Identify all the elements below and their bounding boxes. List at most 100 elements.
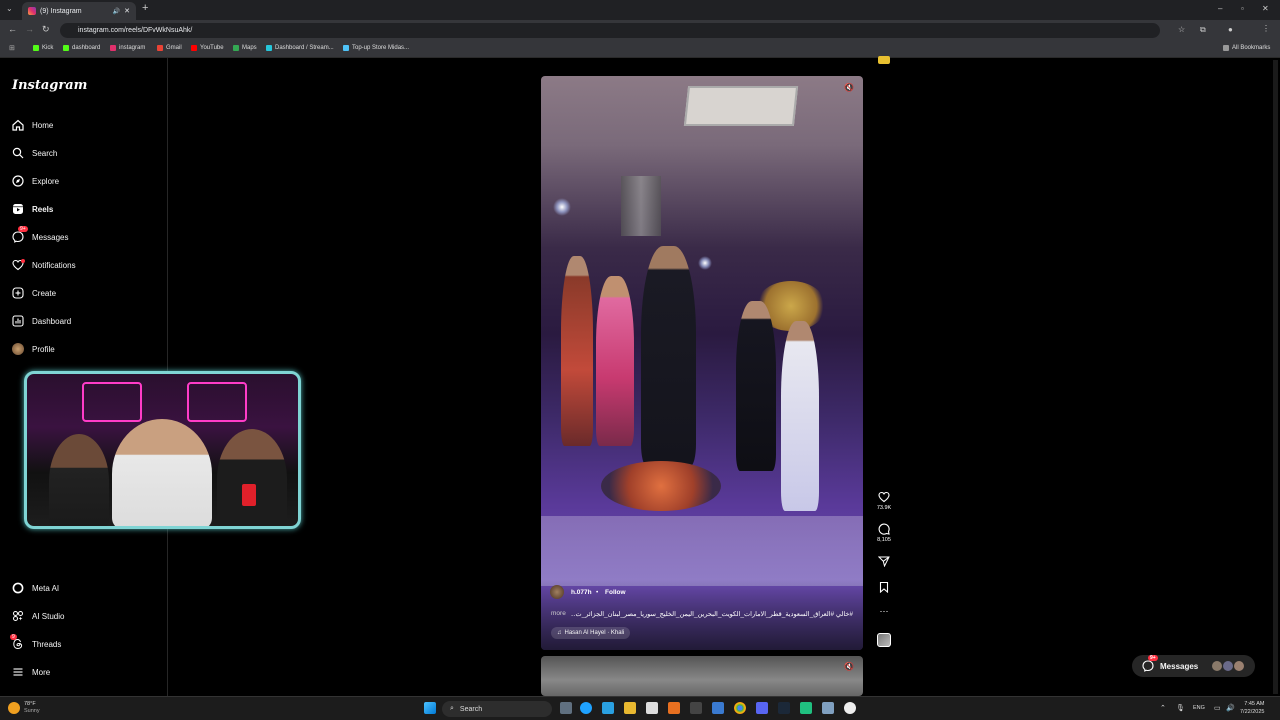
file-explorer-icon[interactable] (624, 702, 636, 714)
compass-icon (12, 175, 24, 187)
network-icon[interactable]: ▭ (1214, 704, 1221, 712)
reels-icon (12, 203, 24, 215)
bookmark-midas[interactable]: Top-up Store Midas... (343, 45, 409, 51)
home-icon (12, 119, 24, 131)
profile-icon[interactable]: ● (1228, 25, 1233, 34)
kick-icon (33, 45, 39, 51)
taskbar-search[interactable]: ⌕ Search (442, 701, 552, 717)
messenger-icon: 9+ (12, 226, 28, 243)
sidebar-item-ai-studio[interactable]: AI Studio (12, 610, 64, 622)
tray-overflow-icon[interactable]: ⌃ (1160, 704, 1166, 712)
sidebar-item-profile[interactable]: Profile (12, 343, 55, 355)
bookmark-stream-dashboard[interactable]: Dashboard / Stream... (266, 45, 334, 51)
sidebar-item-home[interactable]: Home (12, 119, 53, 131)
browser-menu-icon[interactable]: ⋮ (1262, 24, 1270, 33)
sidebar-item-label: Search (32, 148, 58, 158)
reel-audio-chip[interactable]: ♫ Hasan Al Hayel · Khali (551, 627, 631, 639)
bookmark-star-icon[interactable]: ☆ (1178, 25, 1185, 34)
bookmark-label: Maps (242, 45, 257, 51)
caption-more-link[interactable]: more (551, 610, 566, 617)
table-foreground (541, 516, 863, 586)
bookmark-dashboard[interactable]: dashboard (63, 45, 100, 51)
app-icon[interactable] (822, 702, 834, 714)
browser-tab[interactable]: (9) Instagram 🔊 ✕ (22, 2, 136, 20)
microphone-icon[interactable]: 🎙 (1176, 704, 1185, 712)
windows-start-icon[interactable] (424, 702, 436, 714)
avatar (1223, 661, 1234, 671)
sidebar-item-label: Notifications (32, 260, 76, 270)
app-icon[interactable] (690, 702, 702, 714)
volume-icon[interactable]: 🔊 (1226, 704, 1235, 712)
app-icon[interactable] (800, 702, 812, 714)
heart-icon (12, 259, 25, 271)
speaker-icon[interactable]: 🔊 (113, 8, 120, 15)
sidebar-item-messages[interactable]: 9+ Messages (12, 226, 68, 243)
mute-icon[interactable]: 🔇 (844, 83, 854, 92)
sidebar-item-threads[interactable]: 9 Threads (10, 634, 62, 650)
store-icon[interactable] (646, 702, 658, 714)
bookmark-label: Kick (42, 45, 54, 51)
like-button[interactable]: 73.9K (876, 491, 892, 511)
extensions-icon[interactable]: ⧉ (1200, 25, 1206, 35)
bookmark-gmail[interactable]: Gmail (157, 45, 182, 51)
minimize-icon[interactable]: – (1218, 4, 1222, 13)
apps-icon[interactable]: ⊞ (9, 44, 15, 52)
all-bookmarks[interactable]: All Bookmarks (1223, 45, 1270, 51)
follow-button[interactable]: Follow (605, 589, 626, 596)
maximize-icon[interactable]: ▫ (1241, 4, 1244, 13)
sidebar-item-reels[interactable]: Reels (12, 203, 53, 215)
sidebar-item-notifications[interactable]: Notifications (12, 259, 76, 271)
copilot-icon[interactable] (602, 702, 614, 714)
save-button[interactable] (876, 581, 892, 595)
separator-dot: • (596, 589, 599, 596)
mute-icon[interactable]: 🔇 (844, 662, 854, 671)
sidebar-item-label: Threads (32, 639, 62, 649)
tab-title: (9) Instagram (40, 7, 82, 15)
page-scrollbar[interactable] (1273, 60, 1278, 694)
system-clock[interactable]: 7:45 AM 7/22/2025 (1240, 700, 1264, 716)
reel-video[interactable]: 🔇 h.077h • Follow more #خالي #العراق_الس… (541, 76, 863, 650)
sidebar-item-more[interactable]: More (12, 666, 50, 678)
streamer-person (217, 429, 287, 526)
reel-username[interactable]: h.077h (571, 589, 592, 596)
sun-icon (8, 702, 20, 714)
back-icon[interactable]: ← (8, 24, 17, 34)
sidebar-item-explore[interactable]: Explore (12, 175, 59, 187)
sidebar-item-meta-ai[interactable]: Meta AI (12, 582, 59, 594)
bookmark-maps[interactable]: Maps (233, 45, 257, 51)
tab-close-icon[interactable]: ✕ (124, 7, 130, 15)
next-reel-preview[interactable]: 🔇 (541, 656, 863, 696)
messages-floating-button[interactable]: 9+ Messages (1132, 655, 1255, 677)
comment-button[interactable]: 8,105 (876, 523, 892, 543)
share-button[interactable] (876, 555, 892, 569)
app-icon[interactable] (712, 702, 724, 714)
bookmark-label: instagram (119, 45, 146, 51)
url-input[interactable]: instagram.com/reels/DFvWkNsuAhk/ (60, 23, 1160, 38)
window-close-icon[interactable]: ✕ (1262, 4, 1269, 13)
steam-icon[interactable] (778, 702, 790, 714)
reload-icon[interactable]: ↻ (42, 24, 50, 35)
bookmark-instagram[interactable]: instagram (110, 45, 145, 51)
language-indicator[interactable]: ENG (1193, 705, 1205, 711)
tab-search-icon[interactable]: ⌄ (6, 4, 13, 13)
task-view-icon[interactable] (560, 702, 572, 714)
sidebar-item-search[interactable]: Search (12, 147, 57, 159)
sidebar-item-dashboard[interactable]: Dashboard (12, 315, 71, 327)
forward-icon[interactable]: → (25, 24, 34, 34)
app-icon[interactable] (844, 702, 856, 714)
chrome-icon[interactable] (734, 702, 746, 714)
notification-dot (21, 259, 25, 263)
weather-widget[interactable]: 78°F Sunny (8, 701, 40, 715)
fruit-platter (601, 461, 721, 511)
instagram-logo[interactable]: Instagram (12, 78, 87, 93)
reel-author-avatar[interactable] (550, 585, 564, 599)
more-options-icon[interactable]: ⋯ (876, 606, 892, 617)
sidebar-item-create[interactable]: Create (12, 287, 56, 299)
audio-thumbnail[interactable] (877, 633, 891, 647)
new-tab-icon[interactable]: + (142, 2, 148, 14)
edge-icon[interactable] (580, 702, 592, 714)
bookmark-kick[interactable]: Kick (33, 45, 53, 51)
discord-icon[interactable] (756, 702, 768, 714)
bookmark-youtube[interactable]: YouTube (191, 45, 224, 51)
app-icon[interactable] (668, 702, 680, 714)
